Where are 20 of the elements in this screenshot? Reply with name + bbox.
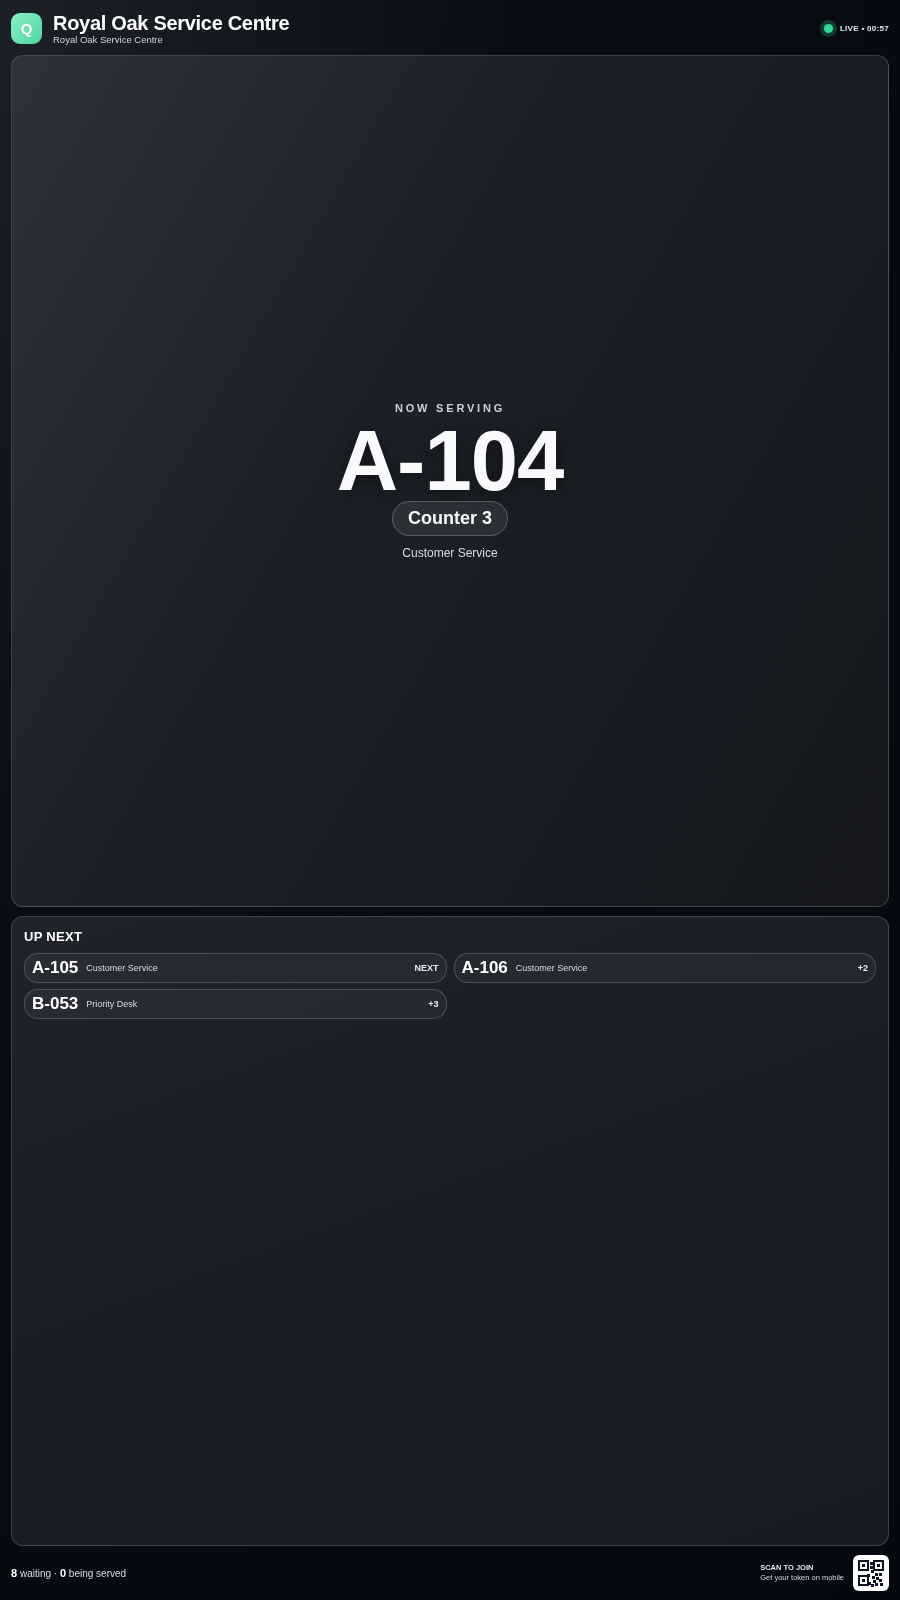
token-number: B-053 (32, 994, 79, 1014)
qr-code-icon (853, 1555, 889, 1591)
service-name: Customer Service (402, 546, 498, 560)
app-logo: Q (11, 13, 42, 44)
venue-subtitle: Royal Oak Service Centre (53, 34, 164, 45)
live-clock-label: LIVE • 00:57 (839, 24, 889, 33)
queue-position: +3 (428, 999, 439, 1009)
venue-title: Royal Oak Service Centre (53, 12, 290, 34)
counter-label: Counter 3 (392, 501, 508, 536)
token-number: A-105 (32, 958, 79, 978)
current-token-number: A-104 (336, 421, 564, 501)
queue-position: NEXT (414, 963, 439, 973)
queue-stats-text: 8 waiting · 0 being served (11, 1567, 127, 1579)
token-number: A-106 (461, 958, 508, 978)
service-name: Priority Desk (86, 999, 138, 1009)
service-name: Customer Service (86, 963, 158, 973)
service-name: Customer Service (515, 963, 588, 973)
up-next-heading: UP NEXT (24, 929, 84, 945)
now-serving-heading: NOW SERVING (394, 402, 506, 415)
queue-position: +2 (857, 963, 868, 973)
